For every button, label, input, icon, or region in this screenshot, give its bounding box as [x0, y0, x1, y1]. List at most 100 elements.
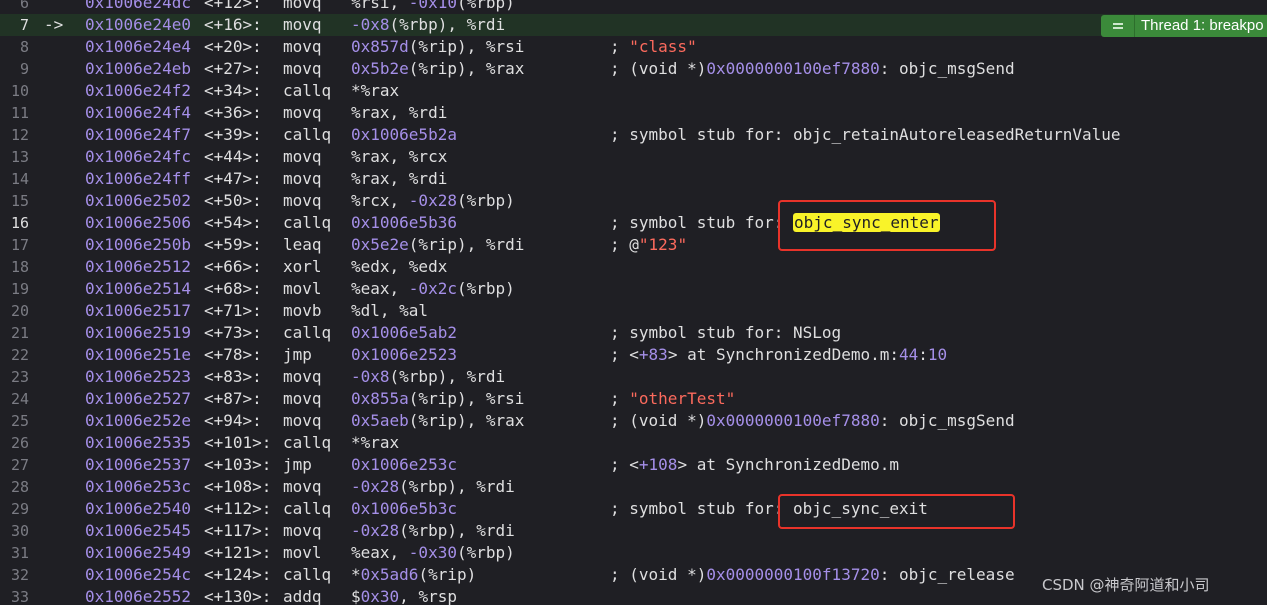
instruction-row[interactable]: 18 0x1006e2512 <+66>: xorl %edx, %edx	[0, 256, 1267, 278]
operand-text: , %rsp	[399, 587, 457, 605]
instruction-operands: 0x1006e5b2a	[351, 124, 457, 146]
instruction-mnemonic: jmp	[283, 345, 312, 364]
instruction-address: 0x1006e24fc	[85, 147, 191, 166]
thread-breakpoint-badge[interactable]: Thread 1: breakpo	[1101, 15, 1267, 37]
instruction-row[interactable]: 19 0x1006e2514 <+68>: movl %eax, -0x2c(%rbp)	[0, 278, 1267, 300]
instruction-row[interactable]: 11 0x1006e24f4 <+36>: movq %rax, %rdi	[0, 102, 1267, 124]
instruction-mnemonic: movq	[283, 147, 322, 166]
line-number: 23	[10, 368, 29, 386]
instruction-mnemonic: addq	[283, 587, 322, 605]
instruction-mnemonic: movq	[283, 389, 322, 408]
instruction-comment: ; (void *)0x0000000100f13720: objc_relea…	[610, 564, 1015, 586]
comment-text: ;	[610, 389, 630, 408]
instruction-address: 0x1006e2537	[85, 455, 191, 474]
instruction-operands: 0x1006e2523	[351, 344, 457, 366]
instruction-row[interactable]: 21 0x1006e2519 <+73>: callq 0x1006e5ab2 ; sym…	[0, 322, 1267, 344]
instruction-row[interactable]: 29 0x1006e2540 <+112>: callq 0x1006e5b3c; sy…	[0, 498, 1267, 520]
instruction-offset: <+121>:	[204, 543, 272, 562]
instruction-address: 0x1006e2552	[85, 587, 191, 605]
instruction-operands: 0x5aeb(%rip), %rax	[351, 410, 524, 432]
comment-text: ; (void *)	[610, 411, 707, 430]
instruction-row[interactable]: 31 0x1006e2549 <+121>: movl %eax, -0x30(%rbp…	[0, 542, 1267, 564]
instruction-mnemonic: movq	[283, 411, 322, 430]
instruction-operands: %rsi, -0x10(%rbp)	[351, 0, 515, 14]
instruction-mnemonic: callq	[283, 125, 332, 144]
instruction-address: 0x1006e2502	[85, 191, 191, 210]
instruction-offset: <+71>:	[204, 301, 262, 320]
instruction-row[interactable]: 8 0x1006e24e4 <+20>: movq 0x857d(%rip), %rsi…	[0, 36, 1267, 58]
instruction-row[interactable]: 25 0x1006e252e <+94>: movq 0x5aeb(%rip), %ra…	[0, 410, 1267, 432]
instruction-operands: 0x1006e5b3c	[351, 498, 457, 520]
instruction-offset: <+83>:	[204, 367, 262, 386]
instruction-row[interactable]: 26 0x1006e2535 <+101>: callq *%rax	[0, 432, 1267, 454]
comment-text: > at SynchronizedDemo.m	[677, 455, 899, 474]
instruction-address: 0x1006e250b	[85, 235, 191, 254]
pc-arrow-icon: ->	[44, 15, 64, 34]
instruction-row[interactable]: 27 0x1006e2537 <+103>: jmp 0x1006e253c ; <+10…	[0, 454, 1267, 476]
instruction-row[interactable]: 23 0x1006e2523 <+83>: movq -0x8(%rbp), %rdi	[0, 366, 1267, 388]
instruction-offset: <+12>:	[204, 0, 262, 12]
instruction-row[interactable]: 15 0x1006e2502 <+50>: movq %rcx, -0x28(%rbp)	[0, 190, 1267, 212]
operand-text: (%rip), %rsi	[408, 389, 525, 408]
operand-number: -0x10	[408, 0, 457, 12]
line-number: 24	[10, 390, 29, 408]
operand-text: %eax,	[351, 543, 409, 562]
breakpoint-lines-icon	[1101, 15, 1135, 37]
instruction-row[interactable]: 14 0x1006e24ff <+47>: movq %rax, %rdi	[0, 168, 1267, 190]
comment-number: 44	[899, 345, 919, 364]
comment-text: ;	[610, 37, 630, 56]
operand-text: (%rbp)	[456, 543, 515, 562]
instruction-row[interactable]: 17 0x1006e250b <+59>: leaq 0x5e2e(%rip), %rd…	[0, 234, 1267, 256]
line-number: 26	[10, 434, 29, 452]
instruction-operands: %rax, %rdi	[351, 168, 447, 190]
instruction-mnemonic: xorl	[283, 257, 322, 276]
instruction-mnemonic: movq	[283, 521, 322, 540]
instruction-mnemonic: movl	[283, 543, 322, 562]
operand-text: *%rax	[351, 433, 400, 452]
instruction-row[interactable]: 6 0x1006e24dc <+12>: movq %rsi, -0x10(%rbp)	[0, 0, 1267, 14]
comment-number: 0x0000000100ef7880	[706, 411, 880, 430]
instruction-address: 0x1006e24eb	[85, 59, 191, 78]
instruction-offset: <+47>:	[204, 169, 262, 188]
instruction-row[interactable]: 28 0x1006e253c <+108>: movq -0x28(%rbp), %rd…	[0, 476, 1267, 498]
instruction-offset: <+130>:	[204, 587, 272, 605]
line-number: 21	[10, 324, 29, 342]
instruction-offset: <+108>:	[204, 477, 272, 496]
line-number: 16	[10, 214, 29, 232]
instruction-row[interactable]: 13 0x1006e24fc <+44>: movq %rax, %rcx	[0, 146, 1267, 168]
instruction-row[interactable]: 9 0x1006e24eb <+27>: movq 0x5b2e(%rip), %rax…	[0, 58, 1267, 80]
operand-number: 0x1006e5b36	[351, 213, 457, 232]
instruction-offset: <+50>:	[204, 191, 262, 210]
instruction-row[interactable]: 20 0x1006e2517 <+71>: movb %dl, %al	[0, 300, 1267, 322]
instruction-offset: <+39>:	[204, 125, 262, 144]
instruction-operands: %dl, %al	[351, 300, 428, 322]
instruction-operands: 0x5b2e(%rip), %rax	[351, 58, 524, 80]
instruction-row[interactable]: 12 0x1006e24f7 <+39>: callq 0x1006e5b2a ; sym…	[0, 124, 1267, 146]
instruction-row[interactable]: 24 0x1006e2527 <+87>: movq 0x855a(%rip), %rs…	[0, 388, 1267, 410]
instruction-address: 0x1006e2512	[85, 257, 191, 276]
line-number: 17	[10, 236, 29, 254]
instruction-operands: %rax, %rcx	[351, 146, 447, 168]
instruction-row[interactable]: 10 0x1006e24f2 <+34>: callq *%rax	[0, 80, 1267, 102]
operand-number: -0x8	[351, 367, 390, 386]
line-number: 13	[10, 148, 29, 166]
line-number: 14	[10, 170, 29, 188]
instruction-row[interactable]: 22 0x1006e251e <+78>: jmp 0x1006e2523 ; <+83>…	[0, 344, 1267, 366]
operand-number: 0x1006e5ab2	[351, 323, 457, 342]
line-number: 11	[10, 104, 29, 122]
line-number: 10	[10, 82, 29, 100]
instruction-offset: <+87>:	[204, 389, 262, 408]
operand-text: (%rbp)	[456, 191, 515, 210]
instruction-comment: ; <+83> at SynchronizedDemo.m:44:10	[610, 344, 947, 366]
operand-text: (%rip)	[418, 565, 477, 584]
comment-number: 0x0000000100ef7880	[706, 59, 880, 78]
operand-number: -0x28	[408, 191, 457, 210]
operand-number: -0x28	[351, 521, 400, 540]
instruction-row[interactable]: 30 0x1006e2545 <+117>: movq -0x28(%rbp), %rd…	[0, 520, 1267, 542]
operand-number: 0x5aeb	[351, 411, 409, 430]
instruction-offset: <+34>:	[204, 81, 262, 100]
instruction-operands: %edx, %edx	[351, 256, 447, 278]
instruction-address: 0x1006e252e	[85, 411, 191, 430]
current-instruction-row[interactable]: 7 -> 0x1006e24e0 <+16>: movq -0x8(%rbp), %rdi	[0, 14, 1267, 36]
instruction-row[interactable]: 16 0x1006e2506 <+54>: callq 0x1006e5b36 ; sym…	[0, 212, 1267, 234]
